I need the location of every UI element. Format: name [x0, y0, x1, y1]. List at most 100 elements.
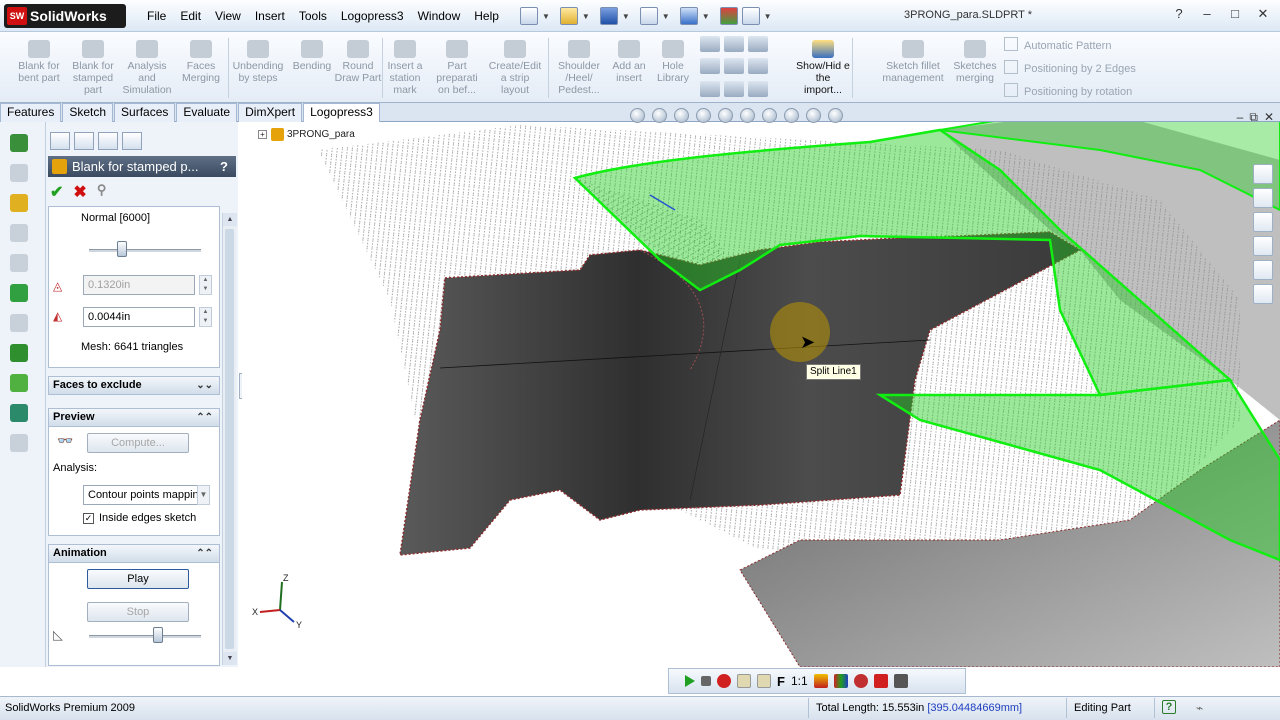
view-settings-icon[interactable]: [828, 108, 843, 123]
align-icon[interactable]: [700, 58, 720, 75]
mesh-quality-slider-thumb[interactable]: [117, 241, 127, 257]
strip-layout-button[interactable]: Create/Edit a strip layout: [488, 40, 542, 96]
sketches-merging-button[interactable]: Sketches merging: [948, 40, 1002, 84]
chevron-down-icon[interactable]: ▼: [622, 12, 630, 21]
feature-manager-tab-icon[interactable]: [50, 132, 70, 150]
scroll-up-arrow-icon[interactable]: ▲: [223, 213, 237, 226]
animation-slider-thumb[interactable]: [153, 627, 163, 643]
tolerance-2-spinner[interactable]: ▲ ▼: [199, 307, 212, 327]
tolerance-1-input[interactable]: 0.1320in: [83, 275, 195, 295]
info-icon[interactable]: [748, 80, 768, 97]
scrollbar-thumb[interactable]: [225, 229, 234, 649]
doc-minimize-button[interactable]: –: [1237, 110, 1244, 125]
curve-tool-icon[interactable]: [10, 374, 28, 392]
pattern-tool-icon[interactable]: [10, 344, 28, 362]
property-manager-tab-icon[interactable]: [74, 132, 94, 150]
animation-header[interactable]: Animation ⌃⌃: [48, 544, 220, 563]
menu-view[interactable]: View: [208, 9, 248, 23]
chevron-down-icon[interactable]: ▼: [582, 12, 590, 21]
apply-scene-icon[interactable]: [806, 108, 821, 123]
tab-logopress3[interactable]: Logopress3: [303, 103, 380, 123]
mesh-quality-slider-track[interactable]: [89, 249, 201, 252]
chevron-down-icon[interactable]: ▼: [197, 485, 210, 505]
hole-library-button[interactable]: Hole Library: [646, 40, 700, 84]
minimize-button[interactable]: –: [1194, 4, 1220, 24]
f-button[interactable]: F: [777, 674, 785, 689]
collapse-chevron-icon[interactable]: ⌃⌃: [196, 409, 213, 426]
configuration-manager-tab-icon[interactable]: [98, 132, 118, 150]
tab-surfaces[interactable]: Surfaces: [114, 103, 176, 122]
tab-sketch[interactable]: Sketch: [62, 103, 114, 122]
edit-appearance-icon[interactable]: [784, 108, 799, 123]
settings-icon[interactable]: [893, 674, 908, 688]
unbending-by-steps-button[interactable]: Unbending by steps: [231, 40, 285, 84]
help-icon[interactable]: ?: [1166, 4, 1192, 24]
feature-tool-icon[interactable]: [10, 194, 28, 212]
previous-view-icon[interactable]: [674, 108, 689, 123]
scale-button[interactable]: 1:1: [791, 674, 808, 688]
analysis-select[interactable]: Contour points mappin: [83, 485, 203, 505]
file-explorer-icon[interactable]: [1253, 212, 1273, 232]
chevron-down-icon[interactable]: ▼: [542, 12, 550, 21]
faces-merging-button[interactable]: Faces Merging: [174, 40, 228, 84]
sketch-fillet-management-button[interactable]: Sketch fillet management: [880, 40, 946, 84]
solidworks-resources-icon[interactable]: [1253, 164, 1273, 184]
tolerance-1-spinner[interactable]: ▲ ▼: [199, 275, 212, 295]
tree-root-label[interactable]: 3PRONG_para: [287, 129, 355, 140]
resize-grip-icon[interactable]: ⌁: [1196, 701, 1203, 715]
align-icon[interactable]: [724, 36, 744, 52]
animation-slider-track[interactable]: [89, 635, 201, 638]
tool-icon[interactable]: [10, 434, 28, 452]
play-button[interactable]: Play: [87, 569, 189, 589]
undo-icon[interactable]: [679, 7, 698, 25]
tool-icon[interactable]: [10, 314, 28, 332]
menu-insert[interactable]: Insert: [248, 9, 292, 23]
edit-sheet-icon[interactable]: [757, 674, 771, 688]
custom-properties-icon[interactable]: [1253, 284, 1273, 304]
print-icon[interactable]: [639, 7, 658, 25]
new-document-icon[interactable]: [520, 7, 538, 25]
open-folder-icon[interactable]: [559, 7, 578, 25]
solidworks-logo[interactable]: SW SolidWorks: [4, 4, 126, 28]
analysis-simulation-button[interactable]: Analysis and Simulation: [120, 40, 174, 96]
tolerance-2-input[interactable]: 0.0044in: [83, 307, 195, 327]
appearances-icon[interactable]: [1253, 260, 1273, 280]
layers-icon[interactable]: [813, 674, 828, 688]
align-icon[interactable]: [700, 36, 720, 52]
close-button[interactable]: ✕: [1250, 4, 1276, 24]
chevron-down-icon[interactable]: ▼: [662, 12, 670, 21]
expand-chevron-icon[interactable]: ⌄⌄: [196, 377, 213, 394]
design-library-icon[interactable]: [1253, 188, 1273, 208]
layers-icon[interactable]: [748, 58, 768, 75]
inside-edges-checkbox[interactable]: ✓: [83, 513, 94, 524]
align-icon[interactable]: [724, 58, 744, 75]
insert-station-mark-button[interactable]: Insert a station mark: [378, 40, 432, 96]
new-sheet-icon[interactable]: [737, 674, 751, 688]
options-icon[interactable]: [741, 7, 760, 25]
compute-button[interactable]: Compute...: [87, 433, 189, 453]
tab-evaluate[interactable]: Evaluate: [176, 103, 238, 122]
expand-tree-icon[interactable]: +: [258, 130, 267, 139]
tool-icon[interactable]: [10, 164, 28, 182]
model-view[interactable]: [242, 122, 1280, 667]
positioning-2-edges-option[interactable]: Positioning by 2 Edges: [1004, 60, 1136, 75]
shoulder-heel-button[interactable]: Shoulder /Heel/ Pedest...: [552, 40, 606, 96]
rebuild-icon[interactable]: [719, 7, 738, 25]
tool-icon[interactable]: [10, 254, 28, 272]
collapse-chevron-icon[interactable]: ⌃⌃: [196, 545, 213, 562]
cube-icon[interactable]: [748, 36, 768, 52]
view-palette-icon[interactable]: [1253, 236, 1273, 256]
surface-tool-icon[interactable]: [10, 284, 28, 302]
sketch-tool-icon[interactable]: [10, 134, 28, 152]
hide-show-items-icon[interactable]: [762, 108, 777, 123]
pushpin-icon[interactable]: ⚲: [97, 182, 107, 202]
pm-help-button[interactable]: ?: [220, 156, 228, 177]
record-icon[interactable]: [717, 674, 731, 688]
cancel-x-icon[interactable]: ✖: [73, 182, 86, 202]
blank-for-stamped-part-button[interactable]: Blank for stamped part: [66, 40, 120, 96]
tab-dimxpert[interactable]: DimXpert: [238, 103, 303, 122]
tool-icon[interactable]: [10, 224, 28, 242]
stop-button[interactable]: Stop: [87, 602, 189, 622]
appearance-icon[interactable]: [853, 674, 868, 688]
automatic-pattern-option[interactable]: Automatic Pattern: [1004, 37, 1111, 52]
